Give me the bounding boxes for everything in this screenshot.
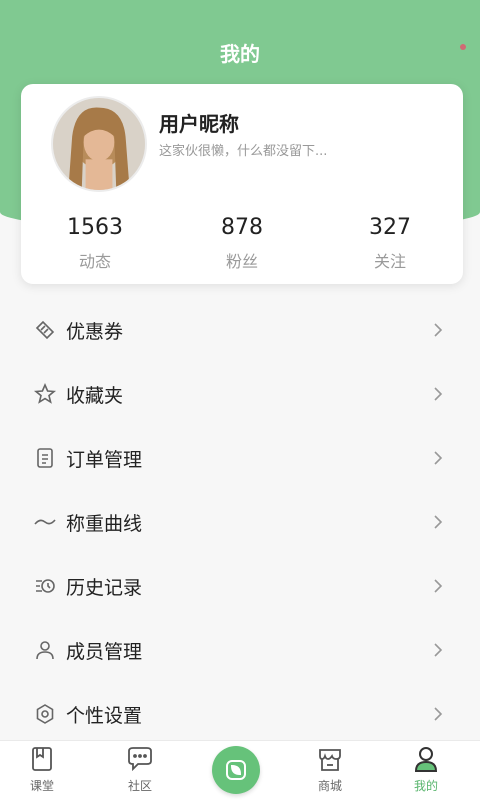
star-icon: [33, 382, 57, 406]
stat-following-value: 327: [369, 215, 411, 240]
menu-item-settings[interactable]: 个性设置: [0, 684, 480, 744]
menu-item-label: 收藏夹: [66, 384, 124, 407]
menu-item-members[interactable]: 成员管理: [0, 620, 480, 680]
avatar[interactable]: [51, 96, 147, 192]
notification-dot: [460, 44, 466, 50]
menu-item-coupons[interactable]: 优惠券: [0, 300, 480, 360]
stat-fans-value: 878: [221, 215, 263, 240]
stat-following-label: 关注: [373, 252, 406, 271]
menu-item-orders[interactable]: 订单管理: [0, 428, 480, 488]
stat-following[interactable]: 327 关注: [320, 214, 460, 272]
tab-label: 我的: [413, 779, 438, 793]
profile-card[interactable]: 用户昵称 这家伙很懒，什么都没留下... 1563 动态 878 粉丝 327 …: [21, 84, 463, 284]
chevron-right-icon: [430, 322, 446, 338]
page-title: 我的: [220, 42, 260, 66]
tab-store[interactable]: 商城: [300, 745, 360, 794]
center-action-button[interactable]: [212, 746, 260, 794]
curve-icon: [33, 510, 57, 534]
menu-item-label: 个性设置: [66, 704, 143, 727]
bio: 这家伙很懒，什么都没留下...: [159, 144, 328, 159]
user-icon: [412, 745, 440, 773]
menu-item-history[interactable]: 历史记录: [0, 556, 480, 616]
menu-item-label: 优惠券: [66, 320, 124, 343]
nickname: 用户昵称: [159, 112, 239, 136]
menu-item-label: 订单管理: [66, 448, 143, 471]
stat-posts-label: 动态: [78, 252, 111, 271]
chevron-right-icon: [430, 514, 446, 530]
chevron-right-icon: [430, 450, 446, 466]
chevron-right-icon: [430, 642, 446, 658]
tab-community[interactable]: 社区: [110, 745, 170, 794]
tab-label: 商城: [317, 779, 342, 793]
stat-posts-value: 1563: [67, 215, 123, 240]
coupon-icon: [33, 318, 57, 342]
chat-icon: [126, 745, 154, 773]
menu-item-label: 成员管理: [66, 640, 143, 663]
chevron-right-icon: [430, 706, 446, 722]
stat-fans-label: 粉丝: [225, 252, 258, 271]
tab-label: 社区: [127, 779, 152, 793]
leaf-icon: [226, 760, 246, 780]
chevron-right-icon: [430, 578, 446, 594]
menu-item-label: 称重曲线: [66, 512, 143, 535]
settings-icon: [33, 702, 57, 726]
tab-label: 课堂: [29, 779, 54, 793]
menu-item-favorites[interactable]: 收藏夹: [0, 364, 480, 424]
order-icon: [33, 446, 57, 470]
tab-classroom[interactable]: 课堂: [12, 745, 72, 794]
store-icon: [316, 745, 344, 773]
history-icon: [33, 574, 57, 598]
stat-fans[interactable]: 878 粉丝: [172, 214, 312, 272]
menu-item-label: 历史记录: [66, 576, 143, 599]
chevron-right-icon: [430, 386, 446, 402]
tab-mine[interactable]: 我的: [396, 745, 456, 794]
member-icon: [33, 638, 57, 662]
stat-posts[interactable]: 1563 动态: [25, 214, 165, 272]
book-icon: [28, 745, 56, 773]
menu-item-weight-curve[interactable]: 称重曲线: [0, 492, 480, 552]
